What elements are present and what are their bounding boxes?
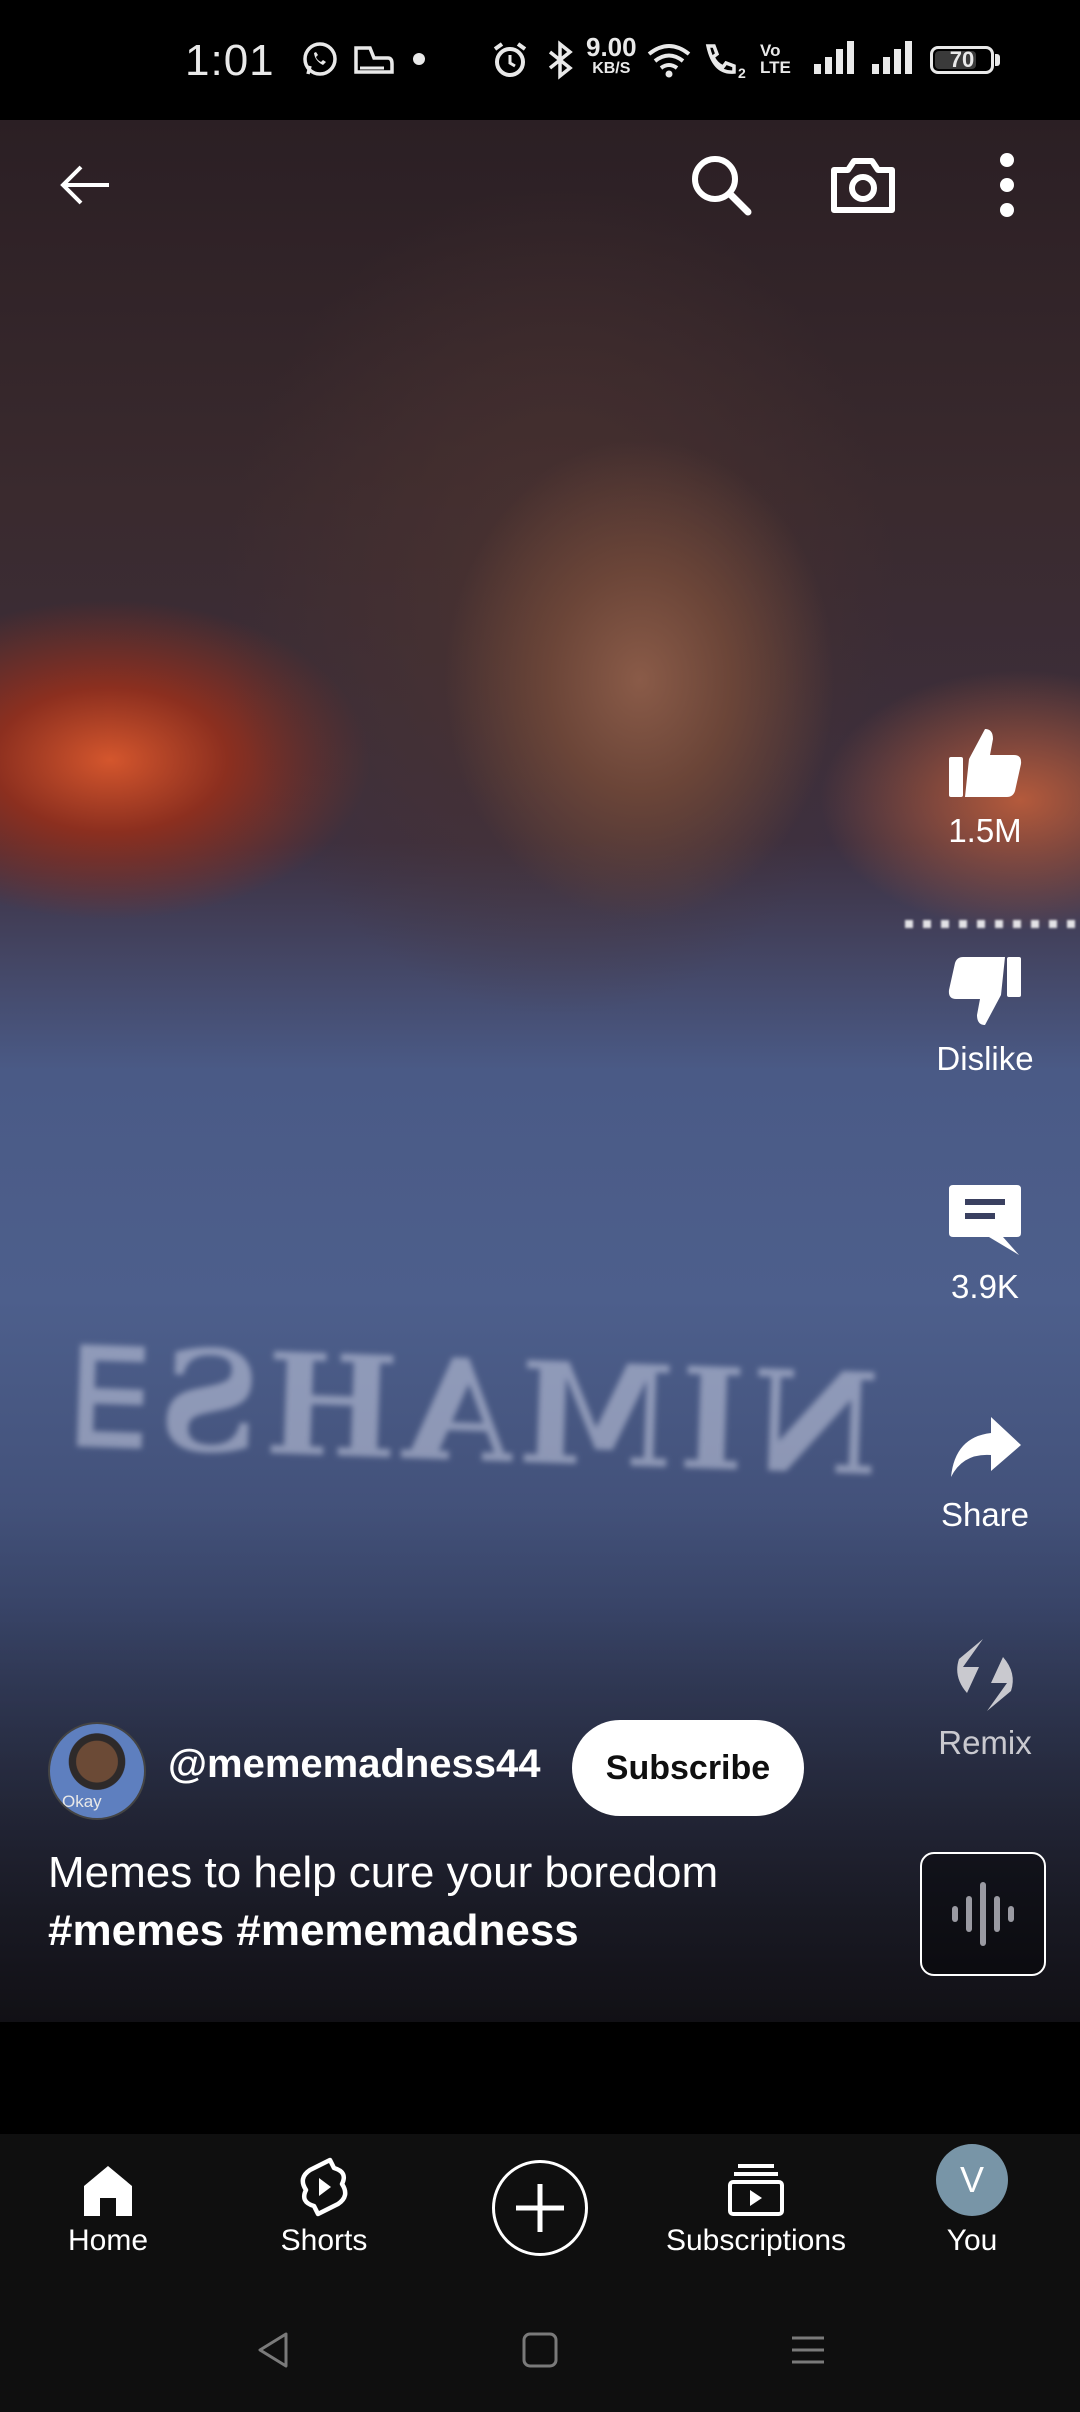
home-icon [84, 2166, 132, 2216]
share-label: Share [940, 1496, 1030, 1533]
battery-icon: 70 [930, 46, 994, 74]
comment-icon [949, 1185, 1021, 1255]
menu-recents-icon [792, 2336, 824, 2364]
volte-icon: Vo LTE [760, 41, 791, 77]
avatar-caption: Okay [62, 1792, 102, 1811]
thumb-up-icon [949, 729, 1022, 797]
audio-wave-icon [952, 1882, 1014, 1946]
shorts-icon [300, 2157, 348, 2217]
channel-avatar[interactable]: Okay [48, 1722, 146, 1820]
nav-home-label: Home [67, 2224, 149, 2257]
like-count: 1.5M [948, 812, 1022, 849]
sound-button[interactable] [920, 1852, 1046, 1976]
network-speed: 9.00 KB/S [586, 32, 637, 77]
square-home-icon [522, 2332, 558, 2368]
subscriptions-icon [728, 2164, 784, 2216]
create-button[interactable] [492, 2160, 588, 2256]
signal-icon [872, 41, 912, 74]
wifi-icon [647, 44, 691, 78]
dot-icon [413, 53, 425, 65]
caption-hashtags[interactable]: #memes #mememadness [48, 1902, 868, 1960]
subscribe-button[interactable]: Subscribe [572, 1720, 804, 1816]
remix-icon [957, 1639, 1013, 1711]
svg-text:2: 2 [738, 65, 746, 80]
wifi-call-icon: 2 [705, 44, 746, 80]
background-lights [905, 920, 1080, 928]
search-icon [692, 156, 752, 216]
bottom-navigation: Home Shorts Subscriptions V You [0, 2134, 1080, 2280]
bluetooth-icon [548, 40, 573, 80]
caption-text: Memes to help cure your boredom [48, 1848, 719, 1897]
comment-count: 3.9K [951, 1268, 1019, 1305]
nav-you-label: You [946, 2224, 998, 2257]
channel-handle[interactable]: @mememadness44 [168, 1742, 541, 1787]
remix-button[interactable]: Remix [900, 1620, 1070, 1762]
back-arrow-icon [60, 165, 109, 205]
nav-shorts-label: Shorts [280, 2224, 368, 2257]
system-navigation-bar [0, 2280, 1080, 2412]
remix-label: Remix [938, 1724, 1032, 1761]
system-back-button[interactable] [244, 2320, 304, 2380]
dislike-button[interactable]: Dislike [900, 936, 1070, 1078]
avatar: V [936, 2144, 1008, 2216]
share-icon [951, 1417, 1021, 1477]
system-recents-button[interactable] [778, 2320, 838, 2380]
back-button[interactable] [40, 140, 130, 230]
video-caption[interactable]: Memes to help cure your boredom #memes #… [48, 1844, 868, 1960]
gamepad-icon [354, 46, 394, 74]
dislike-label: Dislike [936, 1040, 1034, 1077]
status-bar: 1:01 9.00 KB/S 2 Vo LTE 70 [0, 0, 1080, 120]
status-time: 1:01 [185, 36, 275, 85]
whatsapp-icon [303, 42, 337, 76]
shirt-print: NIMAHS∃ [57, 1315, 882, 1509]
battery-tip [995, 54, 1000, 66]
nav-subscriptions[interactable]: Subscriptions [656, 2134, 856, 2280]
nav-subscriptions-label: Subscriptions [665, 2224, 847, 2257]
nav-shorts[interactable]: Shorts [224, 2134, 424, 2280]
nav-you[interactable]: V You [872, 2134, 1072, 2280]
more-vert-icon [1000, 153, 1014, 217]
camera-icon [831, 158, 895, 213]
create-plus-icon [516, 2184, 564, 2232]
search-button[interactable] [676, 140, 766, 230]
comments-button[interactable]: 3.9K [900, 1164, 1070, 1306]
like-button[interactable]: 1.5M [900, 708, 1070, 850]
triangle-back-icon [258, 2332, 288, 2368]
alarm-icon [493, 42, 527, 77]
more-options-button[interactable] [962, 140, 1052, 230]
thumb-down-icon [948, 957, 1021, 1025]
camera-button[interactable] [818, 140, 908, 230]
share-button[interactable]: Share [900, 1392, 1070, 1534]
system-home-button[interactable] [510, 2320, 570, 2380]
nav-home[interactable]: Home [8, 2134, 208, 2280]
signal-icon [814, 41, 854, 74]
